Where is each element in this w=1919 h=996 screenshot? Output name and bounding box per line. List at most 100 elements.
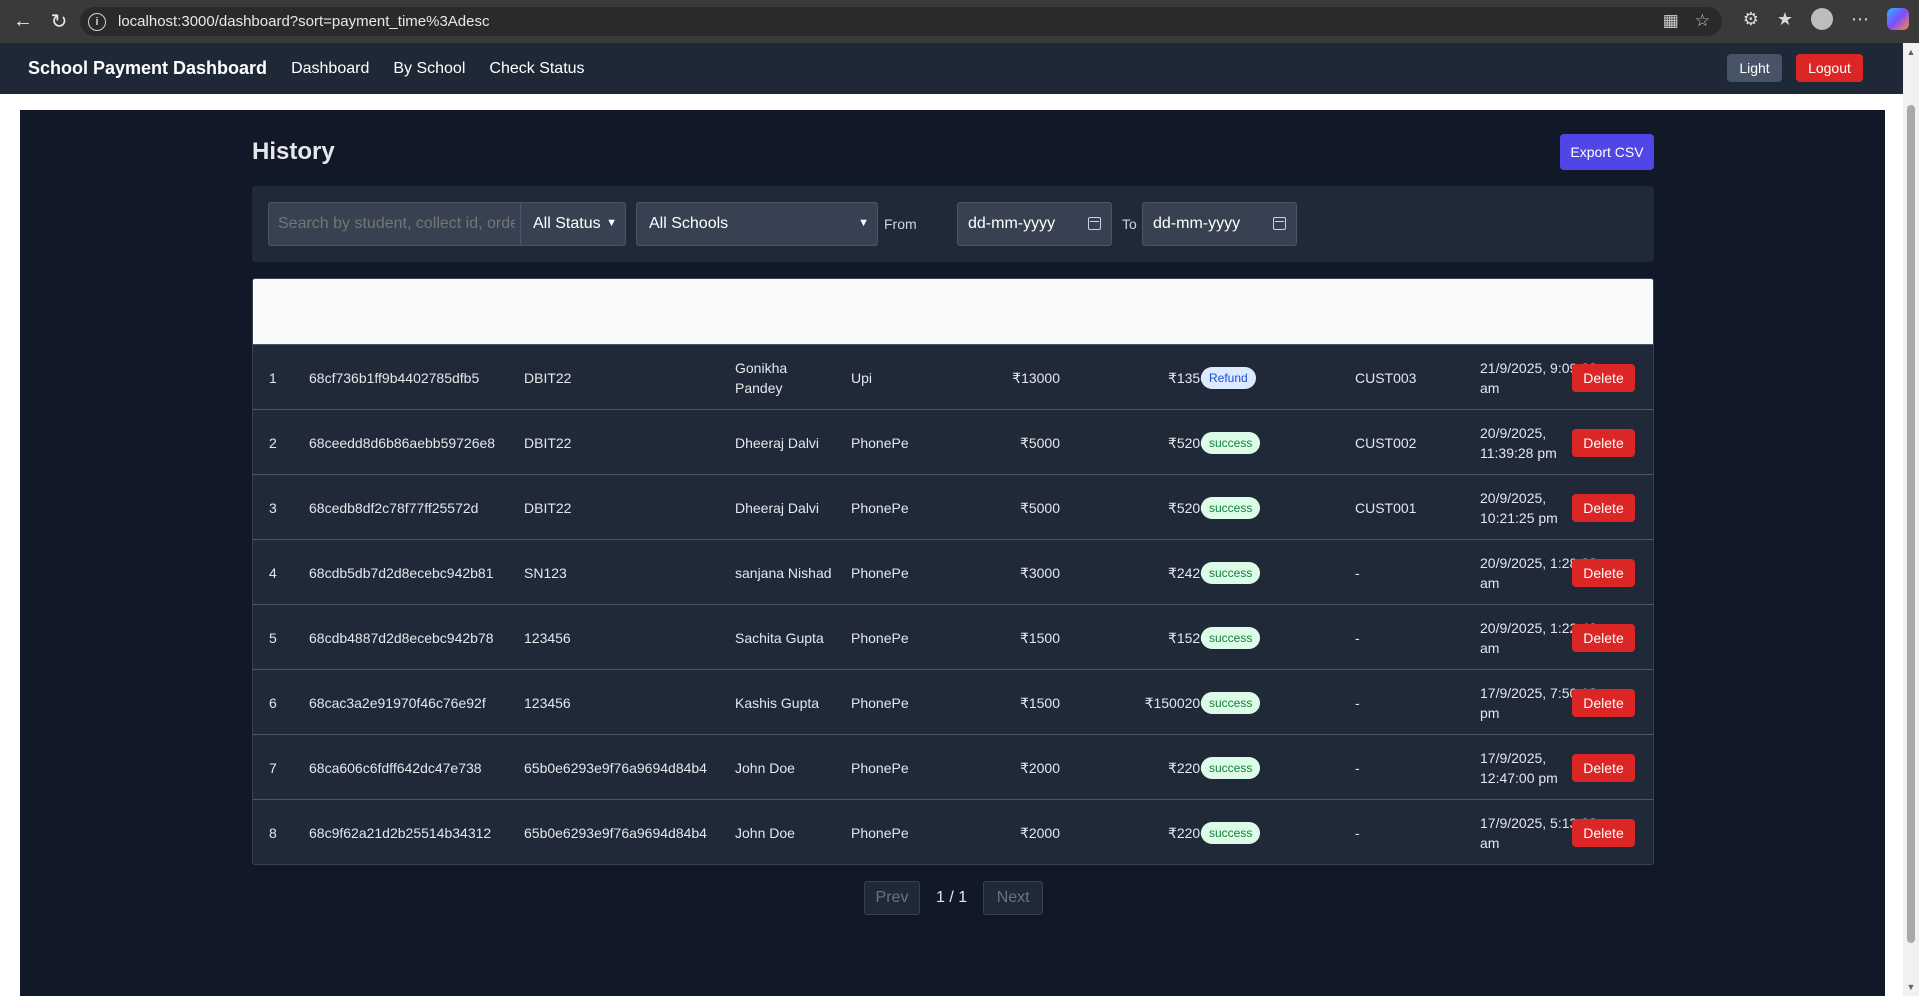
delete-button[interactable]: Delete <box>1572 818 1635 847</box>
extensions-icon[interactable]: ⚙ <box>1743 9 1759 30</box>
actions-cell: Delete <box>1572 605 1635 670</box>
browser-toolbar: ← ↻ i localhost:3000/dashboard?sort=paym… <box>0 0 1919 43</box>
nav-check-status[interactable]: Check Status <box>489 60 584 78</box>
search-input[interactable] <box>268 202 525 246</box>
row-index: 1 <box>269 369 277 386</box>
actions-cell: Delete <box>1572 670 1635 735</box>
status-cell: Refund <box>1201 345 1256 410</box>
delete-button[interactable]: Delete <box>1572 558 1635 587</box>
nav-dashboard[interactable]: Dashboard <box>291 60 369 78</box>
custom-order-id: - <box>1355 694 1360 711</box>
scrollbar-thumb[interactable] <box>1907 105 1915 943</box>
collect-id: 68cdb5db7d2d8ecebc942b81 <box>309 564 494 581</box>
gateway: PhonePe <box>851 759 909 776</box>
table-row: 8 68c9f62a21d2b25514b34312 65b0e6293e9f76a… <box>253 799 1653 864</box>
page-scrollbar[interactable]: ▲ ▼ <box>1903 43 1919 996</box>
scroll-down-icon[interactable]: ▼ <box>1906 982 1916 992</box>
site-info-icon[interactable]: i <box>88 12 106 31</box>
collect-id: 68ca606c6fdff642dc47e738 <box>309 759 482 776</box>
table-row: 1 68cf736b1ff9b4402785dfb5 DBIT22 Gonikha P… <box>253 344 1653 409</box>
filter-bar: All Status ▼ All Schools ▼ From dd-mm-yy… <box>252 186 1654 262</box>
collect-id: 68cedb8df2c78f77ff25572d <box>309 499 479 516</box>
table-row: 3 68cedb8df2c78f77ff25572d DBIT22 Dheeraj D… <box>253 474 1653 539</box>
row-index: 6 <box>269 694 277 711</box>
prev-page-button[interactable]: Prev <box>864 881 920 915</box>
transaction-amount: ₹1520 <box>1167 629 1208 646</box>
order-amount: ₹1500 <box>1019 694 1060 711</box>
delete-button[interactable]: Delete <box>1572 428 1635 457</box>
status-badge: success <box>1201 561 1261 584</box>
row-index: 5 <box>269 629 277 646</box>
school-select[interactable]: All Schools ▼ <box>636 202 878 246</box>
row-index: 8 <box>269 824 277 841</box>
status-badge: Refund <box>1201 366 1256 389</box>
brand-title[interactable]: School Payment Dashboard <box>28 58 267 79</box>
apps-icon[interactable]: ▦ <box>1663 11 1679 31</box>
table-row: 4 68cdb5db7d2d8ecebc942b81 SN123 sanjana Ni… <box>253 539 1653 604</box>
calendar-icon[interactable] <box>1273 217 1286 230</box>
to-date-input[interactable]: dd-mm-yyyy <box>1142 202 1297 246</box>
student-name: sanjana Nishad <box>735 564 832 581</box>
delete-button[interactable]: Delete <box>1572 753 1635 782</box>
status-badge: success <box>1201 496 1261 519</box>
student-name: Dheeraj Dalvi <box>735 499 820 516</box>
to-label: To <box>1122 216 1137 232</box>
address-bar[interactable]: i localhost:3000/dashboard?sort=payment_… <box>80 7 1722 36</box>
delete-button[interactable]: Delete <box>1572 493 1635 522</box>
profile-avatar-icon[interactable] <box>1811 8 1833 30</box>
app-header: School Payment Dashboard Dashboard By Sc… <box>0 43 1903 94</box>
gateway: PhonePe <box>851 824 909 841</box>
status-badge: success <box>1201 431 1261 454</box>
student-name: John Doe <box>735 759 795 776</box>
collect-id: 68c9f62a21d2b25514b34312 <box>309 824 492 841</box>
favorite-star-icon[interactable]: ☆ <box>1695 11 1710 31</box>
school-select-value: All Schools <box>649 215 729 232</box>
transaction-amount: ₹1350 <box>1167 369 1208 386</box>
school-id: 65b0e6293e9f76a9694d84b4 <box>524 759 707 776</box>
student-name: John Doe <box>735 824 795 841</box>
custom-order-id: CUST003 <box>1355 369 1417 386</box>
status-badge: success <box>1201 756 1261 779</box>
status-cell: success <box>1201 410 1261 475</box>
theme-toggle-button[interactable]: Light <box>1727 54 1782 82</box>
delete-button[interactable]: Delete <box>1572 623 1635 652</box>
order-amount: ₹1500 <box>1019 629 1060 646</box>
actions-cell: Delete <box>1572 345 1635 410</box>
calendar-icon[interactable] <box>1088 217 1101 230</box>
actions-cell: Delete <box>1572 475 1635 540</box>
student-name: Sachita Gupta <box>735 629 824 646</box>
collect-id: 68cf736b1ff9b4402785dfb5 <box>309 369 480 386</box>
student-name: Kashis Gupta <box>735 694 820 711</box>
actions-cell: Delete <box>1572 735 1635 800</box>
logout-button[interactable]: Logout <box>1796 54 1863 82</box>
school-id: 65b0e6293e9f76a9694d84b4 <box>524 824 707 841</box>
delete-button[interactable]: Delete <box>1572 688 1635 717</box>
gateway: PhonePe <box>851 434 909 451</box>
actions-cell: Delete <box>1572 540 1635 605</box>
back-icon[interactable]: ← <box>10 9 36 35</box>
row-index: 4 <box>269 564 277 581</box>
collect-id: 68cdb4887d2d8ecebc942b78 <box>309 629 494 646</box>
table-row: 7 68ca606c6fdff642dc47e738 65b0e6293e9f76a… <box>253 734 1653 799</box>
transaction-amount: ₹5200 <box>1167 499 1208 516</box>
url-text[interactable]: localhost:3000/dashboard?sort=payment_ti… <box>118 13 489 30</box>
table-body: 1 68cf736b1ff9b4402785dfb5 DBIT22 Gonikha P… <box>253 344 1653 864</box>
delete-button[interactable]: Delete <box>1572 363 1635 392</box>
status-cell: success <box>1201 605 1261 670</box>
more-menu-icon[interactable]: ⋯ <box>1851 9 1869 30</box>
copilot-icon[interactable] <box>1887 8 1909 30</box>
school-id: 123456 <box>524 629 571 646</box>
favorites-icon[interactable]: ★ <box>1777 9 1793 30</box>
status-select[interactable]: All Status ▼ <box>520 202 626 246</box>
status-cell: success <box>1201 735 1261 800</box>
export-csv-button[interactable]: Export CSV <box>1560 134 1654 170</box>
collect-id: 68cac3a2e91970f46c76e92f <box>309 694 486 711</box>
from-date-input[interactable]: dd-mm-yyyy <box>957 202 1112 246</box>
scroll-up-icon[interactable]: ▲ <box>1906 47 1916 57</box>
next-page-button[interactable]: Next <box>983 881 1044 915</box>
custom-order-id: - <box>1355 824 1360 841</box>
nav-by-school[interactable]: By School <box>393 60 465 78</box>
actions-cell: Delete <box>1572 410 1635 475</box>
reload-icon[interactable]: ↻ <box>46 9 72 35</box>
pagination: Prev 1 / 1 Next <box>864 881 1044 915</box>
